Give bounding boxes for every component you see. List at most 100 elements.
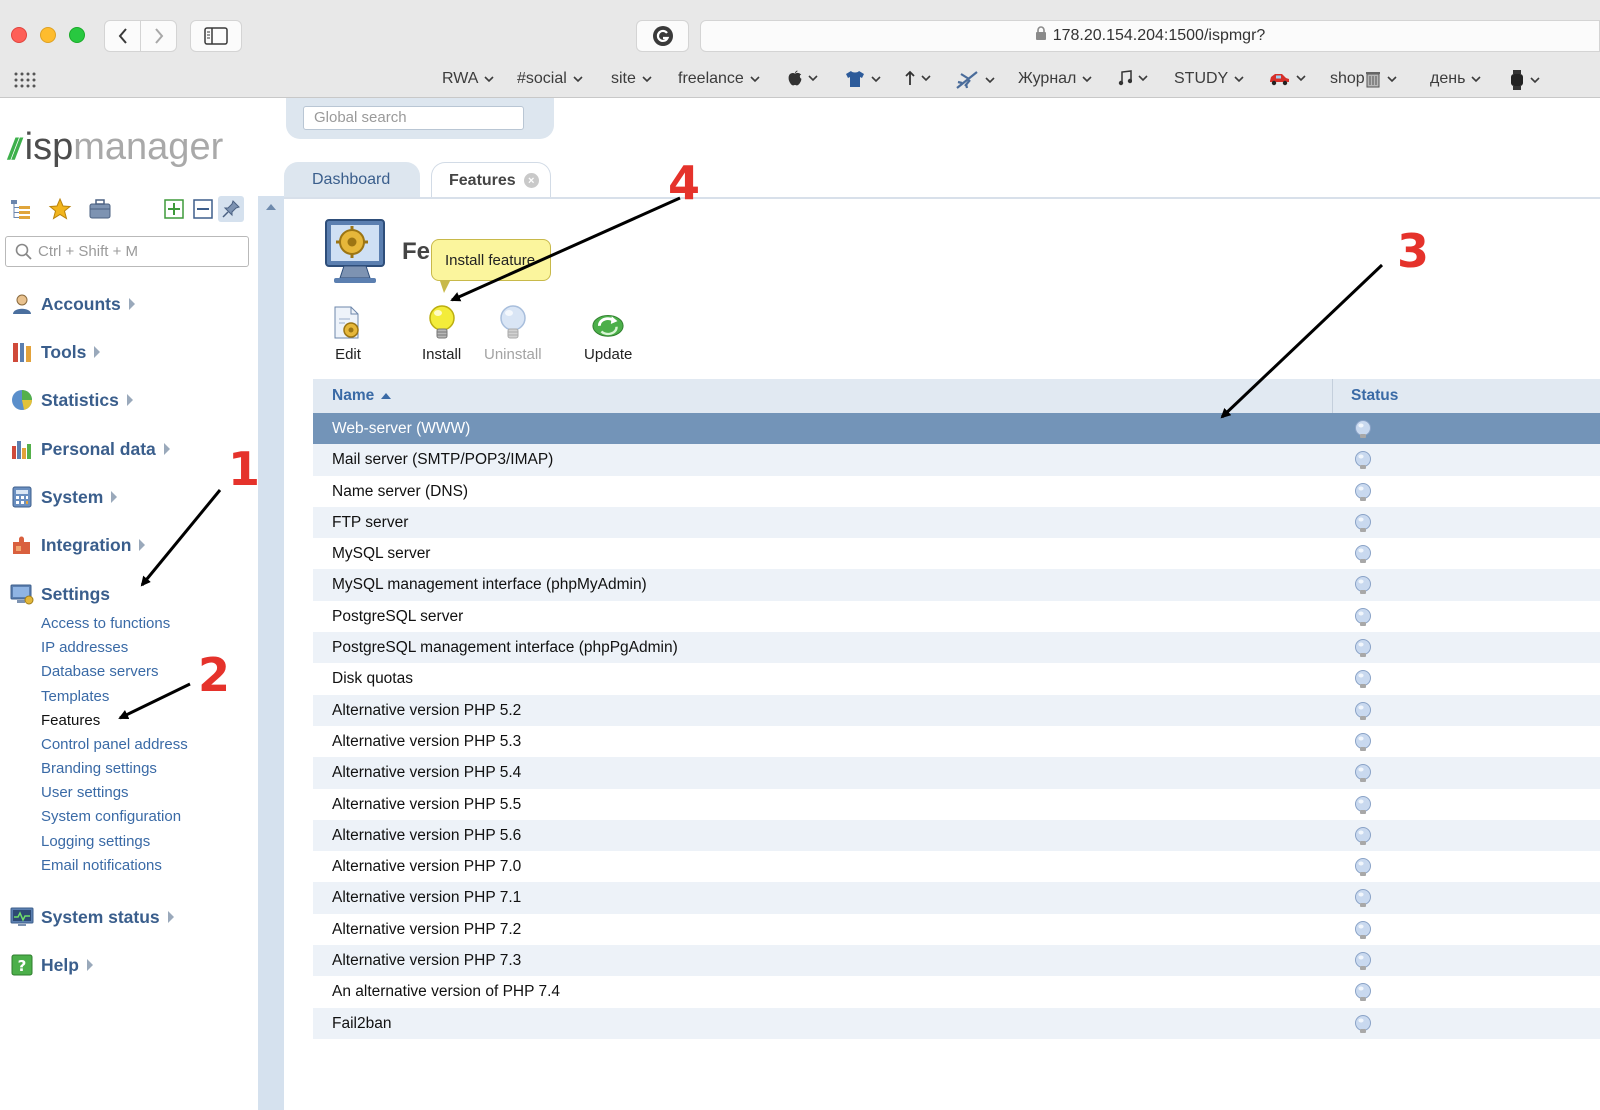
table-row[interactable]: Disk quotas [313, 663, 1600, 695]
bookmark-folder-apple[interactable] [788, 70, 818, 86]
table-row[interactable]: FTP server [313, 506, 1600, 539]
close-tab-icon[interactable]: × [523, 173, 539, 188]
table-row[interactable]: Alternative version PHP 7.2 [313, 913, 1600, 946]
apps-grid-icon[interactable] [14, 72, 36, 93]
table-row[interactable]: Name server (DNS) [313, 475, 1600, 507]
menu-integration[interactable]: Integration [10, 533, 146, 557]
watch-icon [1511, 70, 1523, 90]
bookmark-folder-site[interactable]: site [611, 70, 652, 88]
column-divider[interactable] [1332, 379, 1333, 413]
menu-tools[interactable]: Tools [10, 340, 101, 364]
ispmanager-logo[interactable]: // isp manager [8, 126, 223, 169]
table-row[interactable]: Mail server (SMTP/POP3/IMAP) [313, 444, 1600, 476]
logo-manager-text: manager [73, 126, 224, 168]
table-row[interactable]: MySQL server [313, 538, 1600, 570]
menu-personal-data[interactable]: Personal data [10, 437, 170, 461]
address-bar[interactable]: 178.20.154.204:1500/ispmgr? [700, 20, 1600, 52]
table-row[interactable]: PostgreSQL server [313, 600, 1600, 633]
extension-button[interactable] [636, 20, 689, 52]
column-header-name[interactable]: Name [332, 379, 392, 413]
arrow-right-icon [126, 394, 133, 406]
close-window-button[interactable] [11, 27, 27, 43]
tab-dashboard[interactable]: Dashboard [284, 162, 420, 198]
menu-help[interactable]: ? Help [10, 953, 93, 977]
install-button[interactable]: Install [422, 304, 461, 363]
tab-features[interactable]: Features × [431, 162, 551, 198]
table-header: Name Status [313, 379, 1600, 413]
table-row[interactable]: Alternative version PHP 5.6 [313, 819, 1600, 852]
submenu-email-notifications[interactable]: Email notifications [41, 857, 162, 874]
global-search-input[interactable]: Global search [303, 106, 524, 130]
bookmark-folder-travel[interactable] [955, 70, 995, 90]
table-row[interactable]: Fail2ban [313, 1007, 1600, 1039]
bookmark-folder-rwa[interactable]: RWA [442, 70, 495, 88]
uninstall-button[interactable]: Uninstall [484, 304, 542, 363]
bookmark-folder-music[interactable] [1118, 70, 1148, 86]
table-row[interactable]: Alternative version PHP 5.4 [313, 757, 1600, 789]
bookmark-folder-freelance[interactable]: freelance [678, 70, 760, 88]
submenu-logging-settings[interactable]: Logging settings [41, 833, 150, 850]
submenu-user-settings[interactable]: User settings [41, 784, 129, 801]
submenu-access-to-functions[interactable]: Access to functions [41, 615, 170, 632]
arrow-right-icon [94, 346, 101, 358]
collapse-arrow-icon[interactable] [266, 204, 276, 210]
status-lightbulb-off-icon [1353, 575, 1373, 595]
tab-divider [284, 197, 1600, 199]
submenu-branding-settings[interactable]: Branding settings [41, 760, 157, 777]
pin-icon[interactable] [218, 196, 244, 222]
menu-system[interactable]: System [10, 485, 118, 509]
bookmark-folder-journal[interactable]: Журнал [1018, 70, 1092, 88]
table-row[interactable]: Alternative version PHP 5.2 [313, 694, 1600, 726]
update-button[interactable]: Update [584, 304, 632, 363]
chevron-down-icon [484, 75, 495, 82]
menu-statistics[interactable]: Statistics [10, 388, 133, 412]
bookmark-folder-shop[interactable]: shop [1330, 70, 1397, 88]
sidebar-toggle-button[interactable] [190, 20, 242, 52]
bookmark-folder-arrow[interactable] [905, 70, 931, 86]
feature-name-cell: Fail2ban [332, 1014, 392, 1032]
status-lightbulb-off-icon [1353, 450, 1373, 470]
feature-name-cell: MySQL server [332, 545, 431, 563]
table-row[interactable]: An alternative version of PHP 7.4 [313, 976, 1600, 1008]
minimize-window-button[interactable] [40, 27, 56, 43]
back-button[interactable] [105, 21, 140, 51]
table-row[interactable]: Alternative version PHP 7.1 [313, 882, 1600, 914]
star-icon[interactable] [47, 196, 73, 222]
table-row[interactable]: Alternative version PHP 5.5 [313, 788, 1600, 820]
chevron-down-icon [1387, 75, 1397, 82]
column-header-status[interactable]: Status [1351, 379, 1398, 413]
bookmark-folder-social[interactable]: #social [517, 70, 583, 88]
bookmark-folder-shirt[interactable] [845, 70, 881, 88]
collapse-all-icon[interactable] [190, 196, 216, 222]
menu-settings[interactable]: Settings [10, 582, 110, 606]
table-row[interactable]: Alternative version PHP 7.3 [313, 945, 1600, 977]
table-row[interactable]: PostgreSQL management interface (phpPgAd… [313, 632, 1600, 664]
menu-accounts[interactable]: Accounts [10, 292, 135, 316]
edit-button[interactable]: Edit [331, 304, 365, 363]
expand-all-icon[interactable] [161, 196, 187, 222]
pie-chart-icon [12, 390, 32, 410]
bookmark-folder-study[interactable]: STUDY [1174, 70, 1244, 88]
submenu-ip-addresses[interactable]: IP addresses [41, 639, 128, 656]
bookmark-folder-day[interactable]: день [1430, 70, 1481, 88]
table-row[interactable]: MySQL management interface (phpMyAdmin) [313, 569, 1600, 601]
submenu-database-servers[interactable]: Database servers [41, 663, 159, 680]
bookmark-folder-watch[interactable] [1510, 70, 1540, 90]
table-row[interactable]: Web-server (WWW) [313, 413, 1600, 445]
briefcase-icon[interactable] [87, 196, 113, 222]
sort-ascending-icon [381, 392, 392, 399]
zoom-window-button[interactable] [69, 27, 85, 43]
menu-search-input[interactable]: Ctrl + Shift + M [5, 236, 249, 267]
feature-name-cell: Alternative version PHP 5.5 [332, 795, 522, 813]
panel-splitter[interactable] [258, 196, 284, 1110]
submenu-features[interactable]: Features [41, 712, 100, 729]
forward-button[interactable] [140, 21, 176, 51]
submenu-system-configuration[interactable]: System configuration [41, 808, 181, 825]
table-row[interactable]: Alternative version PHP 7.0 [313, 851, 1600, 883]
submenu-templates[interactable]: Templates [41, 688, 109, 705]
table-row[interactable]: Alternative version PHP 5.3 [313, 725, 1600, 758]
submenu-control-panel-address[interactable]: Control panel address [41, 736, 188, 753]
bookmark-folder-car[interactable] [1268, 70, 1306, 86]
menu-system-status[interactable]: System status [10, 905, 174, 929]
tree-view-icon[interactable] [8, 196, 34, 222]
